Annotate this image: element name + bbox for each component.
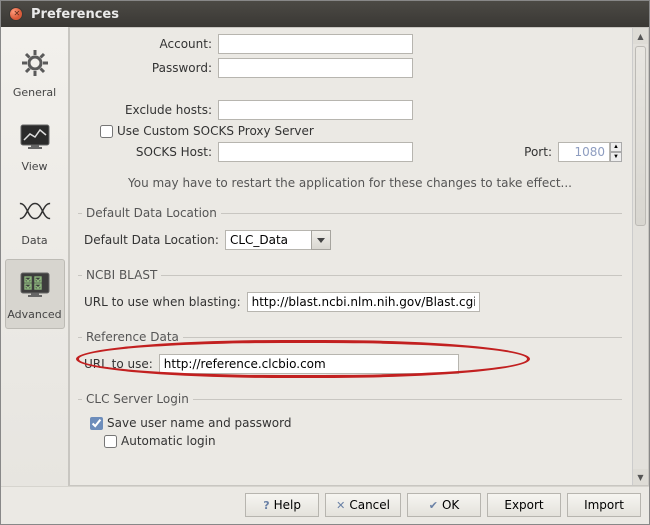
ncbi-blast-legend: NCBI BLAST (82, 268, 161, 282)
reference-url-input[interactable] (159, 354, 459, 374)
sidebar-item-label: Advanced (7, 308, 61, 321)
chevron-down-icon[interactable] (311, 230, 331, 250)
port-step-down[interactable]: ▼ (610, 152, 622, 162)
restart-note: You may have to restart the application … (128, 166, 572, 198)
account-label: Account: (78, 37, 218, 51)
account-input[interactable] (218, 34, 413, 54)
sidebar-item-label: General (13, 86, 56, 99)
help-button-label: Help (274, 498, 301, 512)
export-button-label: Export (504, 498, 543, 512)
dna-icon (18, 194, 52, 228)
scroll-up-arrow-icon[interactable]: ▲ (633, 28, 648, 44)
save-credentials-checkbox[interactable] (90, 417, 103, 430)
ok-button[interactable]: ✔ OK (407, 493, 481, 517)
scroll-thumb[interactable] (635, 46, 646, 226)
socks-host-input[interactable] (218, 142, 413, 162)
help-button[interactable]: ? Help (245, 493, 319, 517)
import-button-label: Import (584, 498, 624, 512)
sidebar-item-advanced[interactable]: Advanced (5, 259, 65, 329)
import-button[interactable]: Import (567, 493, 641, 517)
automatic-login-checkbox[interactable] (104, 435, 117, 448)
reference-data-highlight: URL to use: (82, 354, 620, 374)
port-stepper[interactable]: ▲ ▼ (610, 142, 622, 162)
save-credentials-label: Save user name and password (107, 416, 291, 430)
password-label: Password: (78, 61, 218, 75)
scroll-pane: ▲ ▼ Account: Password: Exclud (69, 27, 649, 486)
blast-url-input[interactable] (247, 292, 480, 312)
sidebar-item-label: View (21, 160, 47, 173)
use-custom-socks-checkbox[interactable] (100, 125, 113, 138)
automatic-login-label: Automatic login (121, 434, 216, 448)
cancel-button-label: Cancel (349, 498, 390, 512)
cancel-button[interactable]: ✕ Cancel (325, 493, 401, 517)
port-input[interactable] (558, 142, 610, 162)
button-bar: ? Help ✕ Cancel ✔ OK Export Import (1, 486, 649, 524)
exclude-hosts-input[interactable] (218, 100, 413, 120)
advanced-checklist-icon (18, 268, 52, 302)
sidebar-item-view[interactable]: View (5, 111, 65, 181)
blast-url-label: URL to use when blasting: (82, 295, 247, 309)
help-icon: ? (263, 499, 269, 512)
content-area: ▲ ▼ Account: Password: Exclud (69, 27, 649, 486)
reference-data-group: Reference Data URL to use: (78, 330, 622, 384)
sidebar-item-general[interactable]: General (5, 37, 65, 107)
exclude-hosts-label: Exclude hosts: (78, 103, 218, 117)
scroll-down-arrow-icon[interactable]: ▼ (633, 469, 648, 485)
close-icon[interactable] (9, 7, 23, 21)
password-input[interactable] (218, 58, 413, 78)
category-sidebar: General View Data Advanced (1, 27, 69, 486)
port-step-up[interactable]: ▲ (610, 142, 622, 152)
ncbi-blast-group: NCBI BLAST URL to use when blasting: (78, 268, 622, 322)
default-data-location-value[interactable] (225, 230, 311, 250)
reference-data-legend: Reference Data (82, 330, 183, 344)
socks-host-label: SOCKS Host: (78, 145, 218, 159)
default-data-location-label: Default Data Location: (82, 233, 225, 247)
vertical-scrollbar[interactable]: ▲ ▼ (632, 28, 648, 485)
close-icon: ✕ (336, 499, 345, 512)
clc-server-login-group: CLC Server Login Save user name and pass… (78, 392, 622, 457)
default-data-location-select[interactable] (225, 230, 331, 250)
use-custom-socks-label: Use Custom SOCKS Proxy Server (117, 124, 314, 138)
export-button[interactable]: Export (487, 493, 561, 517)
default-data-location-group: Default Data Location Default Data Locat… (78, 206, 622, 260)
port-label: Port: (518, 145, 558, 159)
preferences-dialog: Preferences General View Data (0, 0, 650, 525)
titlebar: Preferences (1, 1, 649, 27)
check-icon: ✔ (429, 499, 438, 512)
sidebar-item-data[interactable]: Data (5, 185, 65, 255)
reference-url-label: URL to use: (82, 357, 159, 371)
sidebar-item-label: Data (21, 234, 47, 247)
default-data-location-legend: Default Data Location (82, 206, 221, 220)
settings-panel: Account: Password: Exclude hosts: (70, 28, 648, 465)
gear-icon (18, 46, 52, 80)
dialog-body: General View Data Advanced (1, 27, 649, 486)
window-title: Preferences (31, 7, 119, 22)
ok-button-label: OK (442, 498, 459, 512)
monitor-chart-icon (18, 120, 52, 154)
clc-server-login-legend: CLC Server Login (82, 392, 193, 406)
